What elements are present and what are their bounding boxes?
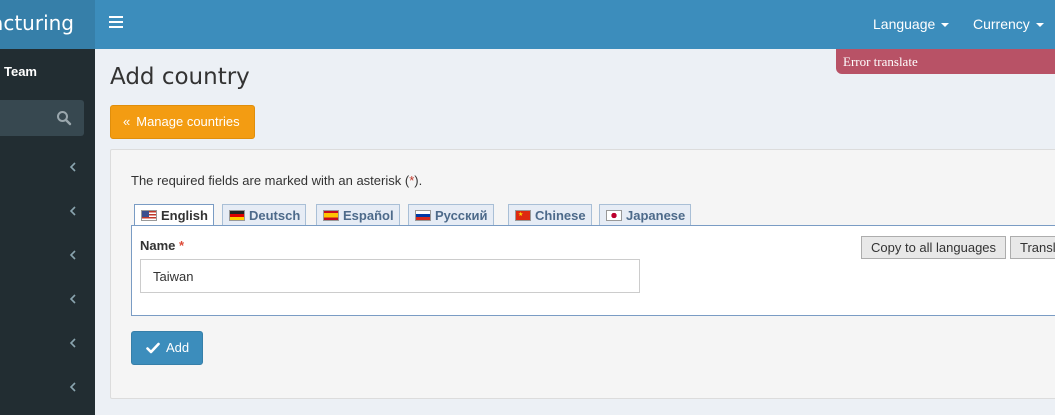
es-flag-icon [323, 210, 339, 221]
sidebar-menu-item-2[interactable] [0, 191, 95, 235]
tab-label: Japanese [626, 208, 686, 223]
manage-countries-label: Manage countries [136, 114, 240, 129]
required-note-end: ). [414, 173, 423, 188]
check-icon [146, 342, 160, 354]
name-input[interactable] [140, 259, 640, 293]
tab-chinese[interactable]: ★ Chinese [508, 204, 592, 225]
us-flag-icon [141, 210, 157, 221]
tab-panel-english: Name * Copy to all languages Translate [131, 225, 1055, 316]
caret-down-icon [1035, 23, 1044, 28]
page-title: Add country [110, 64, 250, 90]
add-button[interactable]: Add [131, 331, 203, 365]
tab-deutsch[interactable]: Deutsch [222, 204, 307, 225]
required-note: The required fields are marked with an a… [131, 173, 422, 188]
cn-flag-icon: ★ [515, 210, 531, 221]
language-dropdown[interactable]: Language [873, 16, 950, 32]
tab-label: Deutsch [249, 208, 301, 223]
manage-countries-button[interactable]: « Manage countries [110, 105, 255, 139]
sidebar-toggle-icon[interactable] [109, 16, 123, 30]
sidebar: Team [0, 0, 95, 415]
sidebar-menu-item-4[interactable] [0, 279, 95, 323]
user-panel: Team [0, 49, 95, 95]
tab-russian[interactable]: Русский [408, 204, 494, 225]
tab-japanese[interactable]: Japanese [599, 204, 692, 225]
currency-dropdown[interactable]: Currency [973, 16, 1044, 32]
search-icon[interactable] [56, 110, 72, 126]
language-label: Language [873, 16, 936, 32]
tab-label: Chinese [535, 208, 586, 223]
jp-flag-icon [606, 210, 622, 221]
tab-label: Español [343, 208, 394, 223]
top-navbar: Language Currency [95, 0, 1055, 49]
sidebar-menu-item-1[interactable] [0, 147, 95, 191]
translate-button[interactable]: Translate [1010, 236, 1055, 259]
chevron-left-icon [69, 294, 76, 304]
required-note-text: The required fields are marked with an a… [131, 173, 410, 188]
name-label-text: Name [140, 238, 176, 253]
add-button-label: Add [166, 340, 190, 355]
angle-double-left-icon: « [123, 114, 131, 129]
copy-to-all-languages-button[interactable]: Copy to all languages [861, 236, 1006, 259]
chevron-left-icon [69, 206, 76, 216]
user-name: Team [4, 64, 37, 79]
tab-label: Русский [435, 208, 488, 223]
currency-label: Currency [973, 16, 1030, 32]
form-box: The required fields are marked with an a… [110, 149, 1055, 399]
chevron-left-icon [69, 382, 76, 392]
tab-label: English [161, 208, 208, 223]
sidebar-search[interactable] [0, 100, 84, 136]
chevron-left-icon [69, 338, 76, 348]
sidebar-menu-item-3[interactable] [0, 235, 95, 279]
app-logo[interactable]: facturing [0, 0, 95, 49]
sidebar-menu-item-6[interactable] [0, 367, 95, 411]
caret-down-icon [941, 23, 950, 28]
ru-flag-icon [415, 210, 431, 221]
de-flag-icon [229, 210, 245, 221]
chevron-left-icon [69, 250, 76, 260]
logo-text: facturing [0, 11, 74, 35]
sidebar-menu-item-5[interactable] [0, 323, 95, 367]
error-toast: Error translate [836, 49, 1055, 74]
chevron-left-icon [69, 162, 76, 172]
name-required-asterisk: * [179, 238, 185, 253]
name-label: Name * [140, 238, 184, 253]
tab-espanol[interactable]: Español [316, 204, 400, 225]
tab-english[interactable]: English [134, 204, 214, 227]
